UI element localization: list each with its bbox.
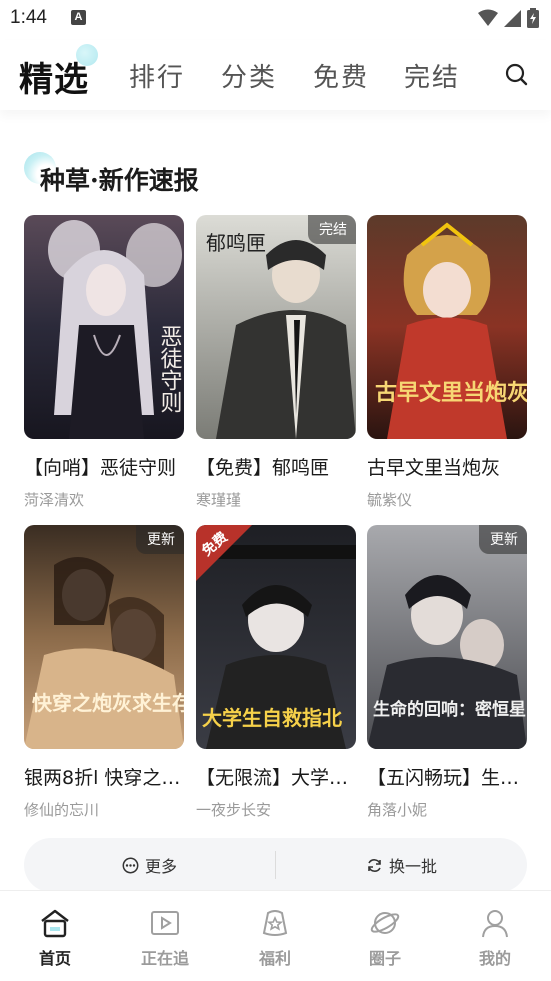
bottom-nav: 首页 正在追 福利 圈子 我的 [0,890,551,981]
star-bag-icon [262,910,288,936]
book-cover[interactable]: 免费 大学生自救指北 [196,525,356,749]
section-title: 种草·新作速报 [40,166,199,195]
refresh-icon [368,858,381,872]
cover-title: 恶徒守则 [157,325,183,413]
status-badge: 完结 [308,215,356,244]
book-author: 一夜步长安 [196,801,272,819]
book-card[interactable]: 快穿之炮灰求生存 更新 银两8折l 快穿之炮灰求生存 修仙的忘川 [24,525,184,820]
book-author: 毓紫仪 [367,491,413,509]
book-card[interactable]: 古早文里当炮灰 古早文里当炮灰 毓紫仪 [367,215,527,510]
more-button[interactable]: 更多 [24,838,275,892]
planet-icon [370,912,400,934]
status-badge: 更新 [479,525,527,554]
cover-title: 快穿之炮灰求生存 [32,691,184,715]
nav-following[interactable]: 正在追 [130,907,200,969]
top-nav: 精选 排行 分类 免费 完结 [0,40,551,110]
signal-icon [504,9,521,27]
nav-home[interactable]: 首页 [20,907,90,969]
tab-featured[interactable]: 精选 [19,52,89,101]
book-cover[interactable]: 恶徒守则 [24,215,184,439]
book-title[interactable]: 古早文里当炮灰 [367,453,527,480]
cover-title: 郁鸣匣 [206,231,266,255]
book-title[interactable]: 【五闪畅玩】生命的回响 [367,763,527,790]
nav-profile-label: 我的 [478,949,511,968]
status-bar: 1:44 A [0,0,551,36]
tab-ranking[interactable]: 排行 [129,57,185,94]
status-time: 1:44 [10,7,47,28]
nav-benefits[interactable]: 福利 [240,907,310,969]
refresh-button[interactable]: 换一批 [276,838,527,892]
person-icon [482,910,508,938]
book-cover[interactable]: 古早文里当炮灰 [367,215,527,439]
tab-free[interactable]: 免费 [313,57,369,94]
nav-profile[interactable]: 我的 [460,907,530,969]
status-badge: 更新 [136,525,184,554]
wifi-icon [478,9,498,26]
book-title[interactable]: 【免费】郁鸣匣 [196,453,356,480]
section-actions: 更多 换一批 [24,838,527,892]
nav-circle[interactable]: 圈子 [350,907,420,969]
tab-category[interactable]: 分类 [221,57,277,94]
battery-icon [527,8,539,28]
play-icon [151,911,179,935]
book-card[interactable]: 生命的回响：密恒星604 更新 【五闪畅玩】生命的回响 角落小妮 [367,525,527,820]
book-cover[interactable]: 生命的回响：密恒星604 更新 [367,525,527,749]
cover-title: 生命的回响：密恒星604 [373,699,527,720]
book-author: 菏泽清欢 [24,491,85,509]
book-card[interactable]: 郁鸣匣 完结 【免费】郁鸣匣 寒瑾瑾 [196,215,356,510]
notification-icon: A [71,10,86,25]
refresh-label: 换一批 [388,857,437,876]
book-author: 角落小妮 [367,801,428,819]
nav-following-label: 正在追 [140,949,189,968]
book-cover[interactable]: 快穿之炮灰求生存 更新 [24,525,184,749]
nav-circle-label: 圈子 [368,949,401,968]
book-author: 寒瑾瑾 [196,491,242,509]
book-card[interactable]: 恶徒守则 【向哨】恶徒守则 菏泽清欢 [24,215,184,510]
cover-title: 大学生自救指北 [202,706,342,730]
home-icon [41,909,69,938]
book-title[interactable]: 【无限流】大学生自救指北 [196,763,356,790]
book-author: 修仙的忘川 [24,801,100,819]
more-dots-icon [122,857,139,873]
nav-benefits-label: 福利 [258,949,291,968]
book-cover[interactable]: 郁鸣匣 完结 [196,215,356,439]
nav-home-label: 首页 [38,949,71,968]
book-title[interactable]: 【向哨】恶徒守则 [24,453,184,480]
book-title[interactable]: 银两8折l 快穿之炮灰求生存 [24,763,184,790]
search-icon[interactable] [503,61,529,87]
more-label: 更多 [144,857,177,876]
cover-title: 古早文里当炮灰 [375,380,527,406]
tab-completed[interactable]: 完结 [404,57,460,94]
book-card[interactable]: 免费 大学生自救指北 【无限流】大学生自救指北 一夜步长安 [196,525,356,820]
